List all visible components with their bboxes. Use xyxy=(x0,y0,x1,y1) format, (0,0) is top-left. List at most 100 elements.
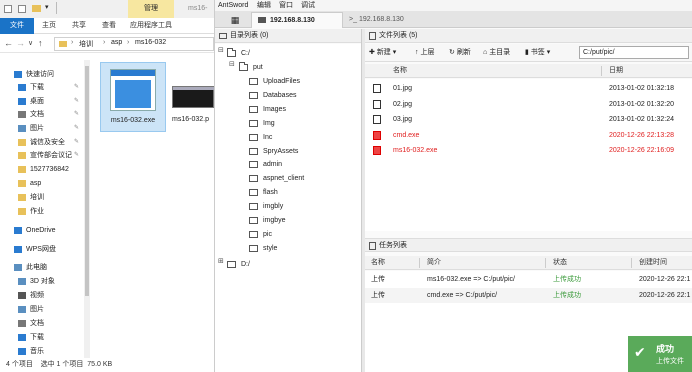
file-item[interactable]: ms16-032.p xyxy=(168,62,214,132)
nav-scrollbar[interactable] xyxy=(84,60,90,358)
ribbon-tab-home[interactable]: 主页 xyxy=(34,18,64,34)
nav-item-label: 宣传部会议记 xyxy=(30,152,72,159)
file-row[interactable]: 01.jpg 2013-01-02 01:32:18 xyxy=(365,81,692,96)
exe-file-icon xyxy=(110,69,156,111)
new-button[interactable]: ✚ 新建 ▾ xyxy=(369,47,396,59)
folder-icon xyxy=(249,147,258,155)
ribbon-tab-share[interactable]: 共享 xyxy=(64,18,94,34)
nav-item[interactable]: WPS网盘 xyxy=(0,243,90,256)
task-col-status[interactable]: 状态 xyxy=(553,256,567,270)
up-button[interactable]: ↑ 上层 xyxy=(415,47,434,59)
qat-save-icon[interactable] xyxy=(4,5,12,13)
nav-item[interactable]: 1527736842 xyxy=(0,163,90,176)
file-explorer-window: ▾ 管理 ms16- 文件 主页 共享 查看 应用程序工具 ← → ∨ ↑ › … xyxy=(0,0,214,372)
nav-item[interactable]: 文档 xyxy=(0,317,90,330)
qat-folder-icon[interactable] xyxy=(32,5,41,12)
nav-item-label: 此电脑 xyxy=(26,264,47,271)
file-date: 2020-12-26 22:13:28 xyxy=(609,131,674,139)
file-row[interactable]: 02.jpg 2013-01-02 01:32:20 xyxy=(365,97,692,112)
recent-dropdown-icon[interactable]: ∨ xyxy=(28,39,33,47)
menu-window[interactable]: 窗口 xyxy=(279,0,293,11)
ribbon-tab-view[interactable]: 查看 xyxy=(94,18,124,34)
nav-item[interactable]: 音乐 xyxy=(0,345,90,358)
menu-antsword[interactable]: AntSword xyxy=(218,0,248,11)
nav-item[interactable]: 下载 xyxy=(0,331,90,344)
address-box[interactable]: › 培训 › asp › ms16-032 xyxy=(54,37,214,51)
file-item[interactable]: ms16-032.exe xyxy=(100,62,166,132)
folder-icon xyxy=(18,139,26,146)
tab-terminal[interactable]: >_ 192.168.8.130 xyxy=(345,12,425,28)
nav-item[interactable]: 图片 xyxy=(0,303,90,316)
col-sep xyxy=(545,258,546,268)
toast-title: 成功 xyxy=(656,344,675,354)
expand-icon[interactable]: ⊞ xyxy=(218,257,224,265)
task-col-time[interactable]: 创建时间 xyxy=(639,256,667,270)
video-icon xyxy=(18,292,26,299)
qat-dropdown-icon[interactable]: ▾ xyxy=(45,3,49,11)
forward-arrow-icon[interactable]: → xyxy=(16,38,25,48)
nav-item[interactable]: 视频 xyxy=(0,289,90,302)
bookmark-button[interactable]: ▮ 书签 ▾ xyxy=(525,47,550,59)
path-input[interactable]: C:/put/pic/ xyxy=(579,46,689,59)
plus-icon: ✚ xyxy=(369,49,377,56)
file-name: ms16-032.exe xyxy=(110,117,156,124)
nav-item[interactable]: 宣传部会议记 ✎ xyxy=(0,149,90,162)
qat-checkbox-icon[interactable] xyxy=(18,5,26,13)
grid-icon[interactable]: ▦ xyxy=(221,14,249,27)
nav-item[interactable]: 培训 xyxy=(0,191,90,204)
home-button[interactable]: ⌂ 主目录 xyxy=(483,47,510,59)
back-arrow-icon[interactable]: ← xyxy=(4,38,13,48)
refresh-button[interactable]: ↻ 刷新 xyxy=(449,47,471,59)
nav-item[interactable]: 文档 ✎ xyxy=(0,108,90,121)
star-icon xyxy=(14,71,22,78)
nav-item[interactable]: 下载 ✎ xyxy=(0,81,90,94)
folder-icon xyxy=(249,91,258,99)
nav-item[interactable]: 3D 对象 xyxy=(0,275,90,288)
nav-item[interactable]: OneDrive xyxy=(0,224,90,237)
success-toast[interactable]: ✔ 成功 上传文件 xyxy=(628,336,692,372)
up-arrow-icon[interactable]: ↑ xyxy=(38,38,43,48)
tab-shell-active[interactable]: 192.168.8.130 xyxy=(251,12,343,28)
title-separator xyxy=(56,2,57,14)
ribbon-tab-app-tools[interactable]: 应用程序工具 xyxy=(126,18,176,34)
nav-item[interactable]: 此电脑 xyxy=(0,261,90,274)
task-row[interactable]: 上传 ms16-032.exe => C:/put/pic/上传成功 2020-12… xyxy=(365,272,692,287)
task-list-icon xyxy=(369,242,376,250)
file-row[interactable]: cmd.exe 2020-12-26 22:13:28 xyxy=(365,128,692,143)
desktop-icon xyxy=(18,98,26,105)
nav-item[interactable]: asp xyxy=(0,177,90,190)
ribbon-tab-file[interactable]: 文件 xyxy=(0,18,34,34)
nav-item[interactable]: 诚信及安全 ✎ xyxy=(0,136,90,149)
document-icon xyxy=(18,320,26,327)
nav-item[interactable]: 图片 ✎ xyxy=(0,122,90,135)
nav-item[interactable]: 快速访问 xyxy=(0,68,90,81)
nav-item[interactable]: 桌面 ✎ xyxy=(0,95,90,108)
task-col-desc[interactable]: 简介 xyxy=(427,256,441,270)
task-row[interactable]: 上传 cmd.exe => C:/put/pic/上传成功 2020-12-26 2… xyxy=(365,288,692,303)
file-row[interactable]: 03.jpg 2013-01-02 01:32:24 xyxy=(365,112,692,127)
menu-edit[interactable]: 编辑 xyxy=(257,0,271,11)
collapse-icon[interactable]: ⊟ xyxy=(229,60,235,68)
tree-label: D:/ xyxy=(241,261,250,268)
cloud-icon xyxy=(14,246,22,253)
file-date: 2013-01-02 01:32:18 xyxy=(609,85,674,92)
ribbon-tab-manage[interactable]: 管理 xyxy=(128,0,174,18)
tab-label: 192.168.8.130 xyxy=(359,16,404,23)
col-name-header[interactable]: 名称 xyxy=(393,64,407,78)
breadcrumb-item[interactable]: asp xyxy=(111,39,122,46)
screenshot-file-icon xyxy=(172,86,214,108)
breadcrumb-item[interactable]: 培训 xyxy=(79,39,93,49)
col-date-header[interactable]: 日期 xyxy=(609,64,623,78)
task-col-name[interactable]: 名称 xyxy=(371,256,385,270)
breadcrumb-item[interactable]: ms16-032 xyxy=(135,39,166,46)
image-file-icon xyxy=(373,99,381,109)
file-row[interactable]: ms16-032.exe 2020-12-26 22:16:09 xyxy=(365,143,692,158)
exe-file-icon xyxy=(373,130,381,140)
task-panel-header: 任务列表 xyxy=(365,238,692,252)
nav-item[interactable]: 作业 xyxy=(0,205,90,218)
collapse-icon[interactable]: ⊟ xyxy=(218,46,224,54)
picture-icon xyxy=(18,306,26,313)
folder-icon xyxy=(249,105,258,113)
task-time: 2020-12-26 22:1 xyxy=(639,292,691,299)
menu-debug[interactable]: 调试 xyxy=(301,0,315,11)
